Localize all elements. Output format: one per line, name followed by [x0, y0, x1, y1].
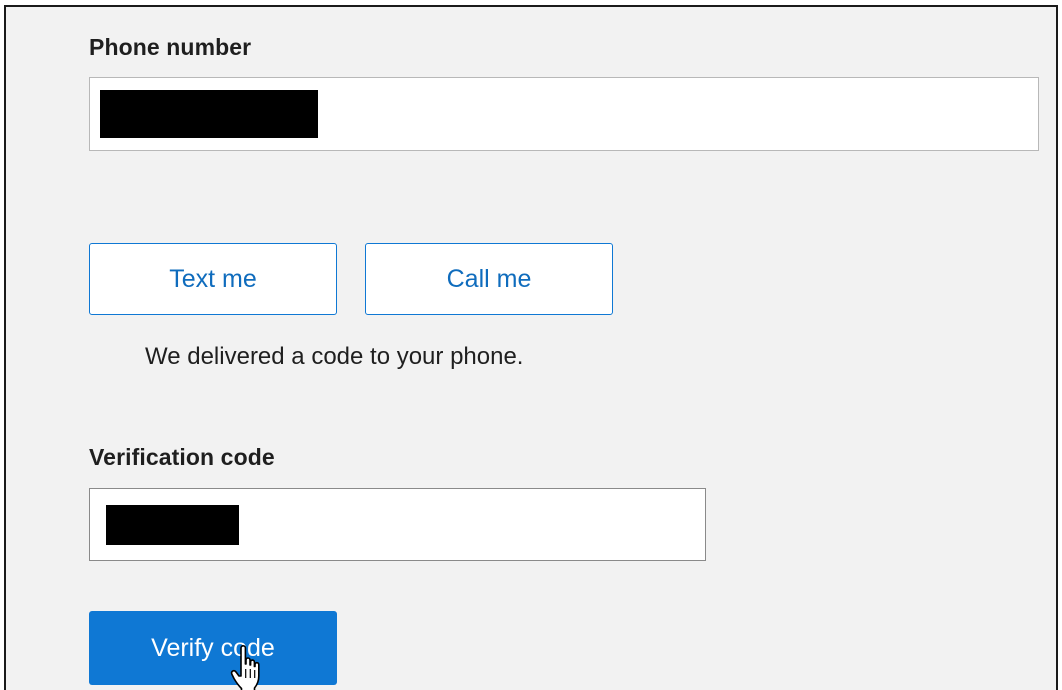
redacted-phone-value	[100, 90, 318, 138]
redacted-code-value	[106, 505, 239, 545]
verification-code-input[interactable]	[89, 488, 706, 561]
phone-number-input[interactable]	[89, 77, 1039, 151]
verify-code-button[interactable]: Verify code	[89, 611, 337, 685]
verification-panel: Phone number Text me Call me We delivere…	[4, 5, 1058, 690]
call-me-button[interactable]: Call me	[365, 243, 613, 315]
code-delivered-message: We delivered a code to your phone.	[145, 343, 524, 370]
hand-pointer-icon	[230, 645, 260, 690]
phone-number-label: Phone number	[89, 34, 252, 60]
text-me-button[interactable]: Text me	[89, 243, 337, 315]
verification-code-label: Verification code	[89, 444, 275, 470]
